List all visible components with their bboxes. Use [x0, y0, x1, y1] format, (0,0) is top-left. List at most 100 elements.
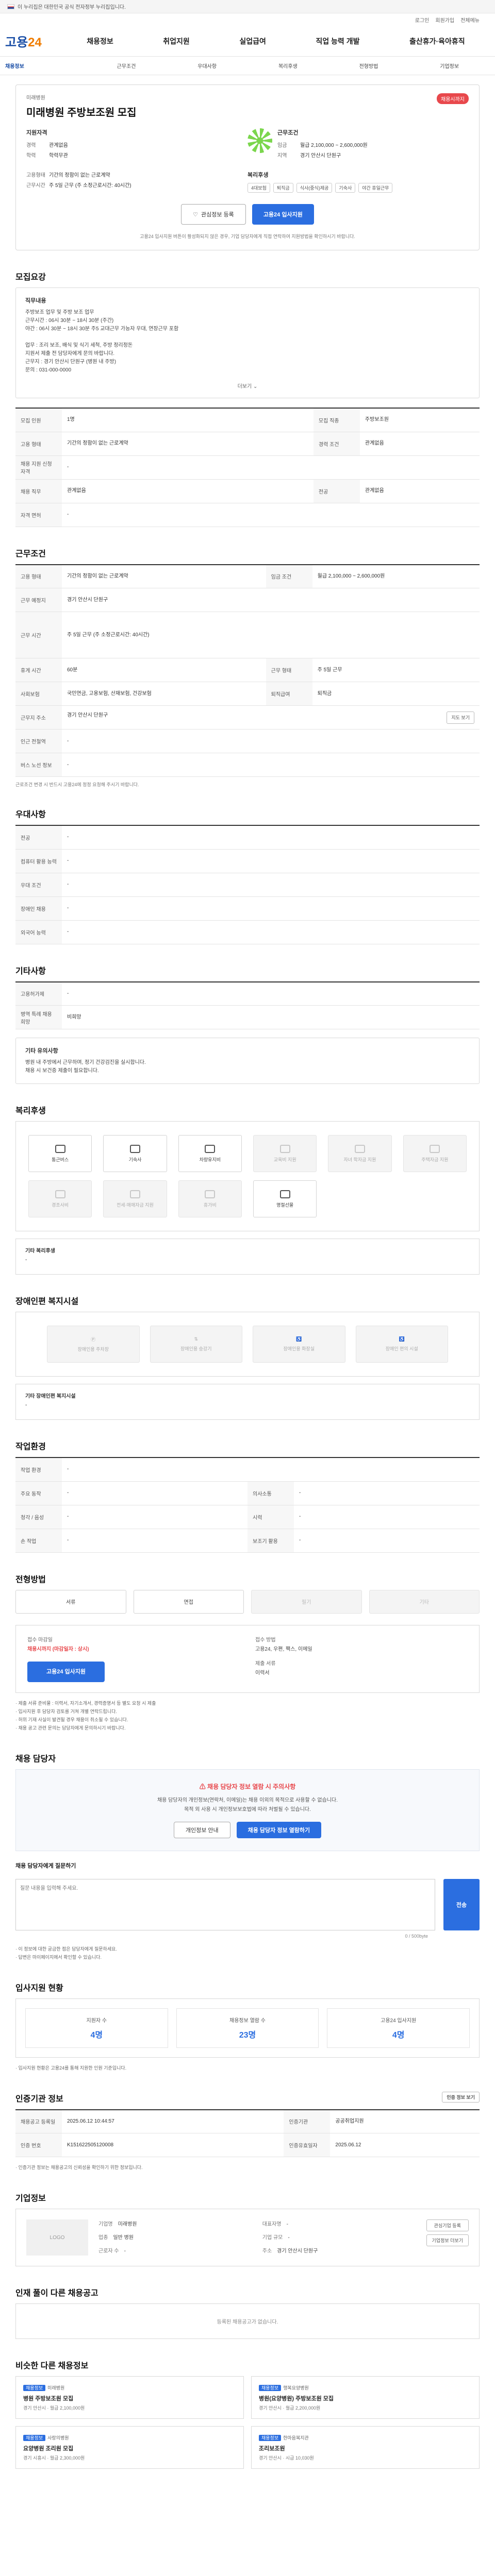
- login-link[interactable]: 로그인: [415, 16, 430, 24]
- region-key: 지역: [277, 153, 287, 159]
- pay-key: 임금: [277, 143, 287, 148]
- global-nav: 고용24 채용정보 취업지원 실업급여 직업 능력 개발 출산휴가·육아휴직: [0, 26, 495, 57]
- question-input[interactable]: [15, 1878, 435, 1930]
- question-label: 채용 담당자에게 질문하기: [15, 1862, 76, 1869]
- gnb-item-jobs[interactable]: 채용정보: [87, 36, 113, 46]
- section-tabs: 채용정보 근무조건 우대사항 복리후생 전형방법 기업정보: [0, 57, 495, 75]
- row-key: 시력: [248, 1505, 294, 1529]
- welfare-item-label: 전세·매매자금 지원: [117, 1202, 154, 1208]
- org-table: 채용공고 등록일 2025.06.12 10:44:57 인증기관 공공취업지원 인증…: [15, 2109, 480, 2157]
- row-key: 임금 조건: [266, 564, 312, 588]
- row-key: 모집 직종: [313, 408, 360, 432]
- facility-item-label: 장애인용 화장실: [283, 1346, 315, 1351]
- gnb-item-leave[interactable]: 출산휴가·육아휴직: [409, 36, 465, 46]
- environment-table: 작업 환경 - 주요 동작 - 의사소통 - 청각 / 음성 - 시력 - 손 작업 - 보조기 …: [15, 1457, 480, 1553]
- row-value: 공공취업지원: [330, 2109, 480, 2133]
- facility-item: ♿ 장애인 편의 시설: [355, 1326, 448, 1363]
- privacy-info-button[interactable]: 개인정보 안내: [173, 1821, 230, 1838]
- manager-warning: 채용 담당자 정보 열람 시 주의사항: [207, 1783, 296, 1790]
- stat-card: 고용24 입사지원 4명: [327, 2008, 470, 2048]
- welfare-label: 복리후생: [248, 172, 269, 178]
- tab-conditions[interactable]: 근무조건: [86, 62, 167, 70]
- welfare-chip: 기숙사: [335, 183, 356, 193]
- facility-grid: Ⓟ 장애인용 주차장 ⇅ 장애인용 승강기 ♿ 장애인용 화장실 ♿ 장애인 편의 시설: [15, 1312, 480, 1377]
- other-box-title: 기타 유의사항: [25, 1048, 58, 1054]
- tab-screening[interactable]: 전형방법: [328, 62, 409, 70]
- deadline-badge: 채용시까지: [437, 93, 469, 104]
- similar-card[interactable]: 채용정보 행복요양병원 병원(요양병원) 주방보조원 모집 경기 안산시 · 월급 2…: [251, 2376, 480, 2419]
- view-manager-button[interactable]: 채용 담당자 정보 열람하기: [236, 1821, 322, 1838]
- row-key: 모집 인원: [15, 408, 62, 432]
- gnb-item-support[interactable]: 취업지원: [163, 36, 190, 46]
- info-value: -: [288, 2235, 290, 2241]
- row-key: 손 작업: [15, 1529, 62, 1553]
- similar-card[interactable]: 채용정보 미래병원 병원 주방보조원 모집 경기 안산시 · 월급 2,100,000…: [15, 2376, 244, 2419]
- method-interview: 면접: [133, 1589, 244, 1614]
- card-sub: 경기 안산시 · 월급 2,200,000원: [259, 2405, 321, 2411]
- similar-card[interactable]: 채용정보 사랑의병원 요양병원 조리원 모집 경기 시흥시 · 월급 2,300,00…: [15, 2426, 244, 2469]
- row-key: 퇴직급여: [266, 682, 312, 706]
- company-more-button[interactable]: 기업정보 더보기: [426, 2234, 469, 2246]
- conditions-note: 근로조건 변경 시 반드시 고용24에 정정 요청해 주시기 바랍니다.: [15, 782, 139, 787]
- row-key: 주요 동작: [15, 1481, 62, 1505]
- row-key: 근무 형태: [266, 658, 312, 682]
- tab-recruit[interactable]: 채용정보: [5, 62, 86, 70]
- company-name: 미래병원: [26, 95, 45, 101]
- row-key: 채용 지원 신청 자격: [15, 455, 62, 480]
- favorite-button[interactable]: ♡ 관심정보 등록: [181, 204, 246, 225]
- recruit-section: 모집요강 직무내용 주방보조 업무 및 주방 보조 업무 근무시간 : 06시 …: [15, 270, 480, 527]
- org-heading-text: 인증기관 정보: [15, 2094, 63, 2104]
- row-key: 인증유효일자: [284, 2133, 331, 2157]
- note-line: · 이 정보에 대한 궁금한 점은 담당자에게 질문하세요.: [15, 1946, 117, 1952]
- similar-card[interactable]: 채용정보 한마음복지관 조리보조원 경기 안산시 · 시급 10,030원: [251, 2426, 480, 2469]
- apply-button[interactable]: 고용24 입사지원: [252, 204, 314, 225]
- row-value: 관계없음: [359, 479, 480, 503]
- site-logo[interactable]: 고용24: [5, 32, 62, 50]
- company-favorite-button[interactable]: 관심기업 등록: [426, 2219, 469, 2231]
- stat-label: 고용24 입사지원: [381, 2018, 417, 2024]
- welfare-item: 주택자금 지원: [403, 1135, 467, 1172]
- employment-type-key: 고용형태: [26, 173, 45, 178]
- method-other: 기타: [369, 1589, 480, 1614]
- row-value: -: [62, 896, 480, 921]
- deadline-value: 채용시까지 (마감일자 : 상시): [27, 1646, 89, 1652]
- all-menu-link[interactable]: 전체메뉴: [460, 16, 480, 24]
- stat-value: 4명: [392, 2030, 405, 2040]
- welfare-item: 차량유지비: [178, 1135, 242, 1172]
- note-line: · 답변은 마이페이지에서 확인할 수 있습니다.: [15, 1954, 102, 1960]
- welfare-item-label: 통근버스: [52, 1157, 69, 1162]
- method-written: 필기: [251, 1589, 362, 1614]
- welfare-item-label: 교육비 지원: [273, 1157, 296, 1162]
- preferences-section: 우대사항 전공 - 컴퓨터 활용 능력 - 우대 조건 - 장애인 채용 - 외국어 능…: [15, 807, 480, 944]
- row-value: 비희망: [62, 1005, 480, 1029]
- tab-welfare[interactable]: 복리후생: [248, 62, 328, 70]
- facility-item: ♿ 장애인용 화장실: [253, 1326, 345, 1363]
- similar-grid: 채용정보 미래병원 병원 주방보조원 모집 경기 안산시 · 월급 2,100,000…: [15, 2376, 480, 2469]
- row-key: 의사소통: [248, 1481, 294, 1505]
- alert-icon: ⚠: [199, 1783, 208, 1790]
- map-button[interactable]: 지도 보기: [447, 711, 474, 724]
- manager-box: ⚠ 채용 담당자 정보 열람 시 주의사항 채용 담당자의 개인정보(연락처, …: [15, 1769, 480, 1851]
- gnb-item-training[interactable]: 직업 능력 개발: [316, 36, 359, 46]
- apply-button-2[interactable]: 고용24 입사지원: [27, 1661, 105, 1682]
- recruit-heading: 모집요강: [15, 273, 46, 282]
- info-value: 경기 안산시 단원구: [277, 2248, 318, 2254]
- restroom-icon: ♿: [296, 1336, 302, 1342]
- row-key: 채용 직무: [15, 479, 62, 503]
- logo-main: 고용: [5, 36, 28, 49]
- hours-value: 주 5일 근무 (주 소정근로시간: 40시간): [49, 183, 131, 189]
- stat-value: 4명: [90, 2030, 103, 2040]
- tab-preferences[interactable]: 우대사항: [167, 62, 248, 70]
- row-key: 인증 번호: [15, 2133, 62, 2157]
- send-button[interactable]: 전송: [443, 1878, 480, 1930]
- gnb-item-unemployment[interactable]: 실업급여: [239, 36, 266, 46]
- org-info-button[interactable]: 인증 정보 보기: [442, 2091, 480, 2103]
- more-button[interactable]: 더보기 ⌄: [25, 382, 470, 389]
- row-value: -: [62, 455, 480, 480]
- docs-value: 이력서: [255, 1670, 270, 1676]
- row-key: 전공: [15, 825, 62, 850]
- tab-company[interactable]: 기업정보: [409, 62, 490, 70]
- row-key: 사회보험: [15, 682, 62, 706]
- similar-heading: 비슷한 다른 채용정보: [15, 2362, 89, 2370]
- signup-link[interactable]: 회원가입: [435, 16, 454, 24]
